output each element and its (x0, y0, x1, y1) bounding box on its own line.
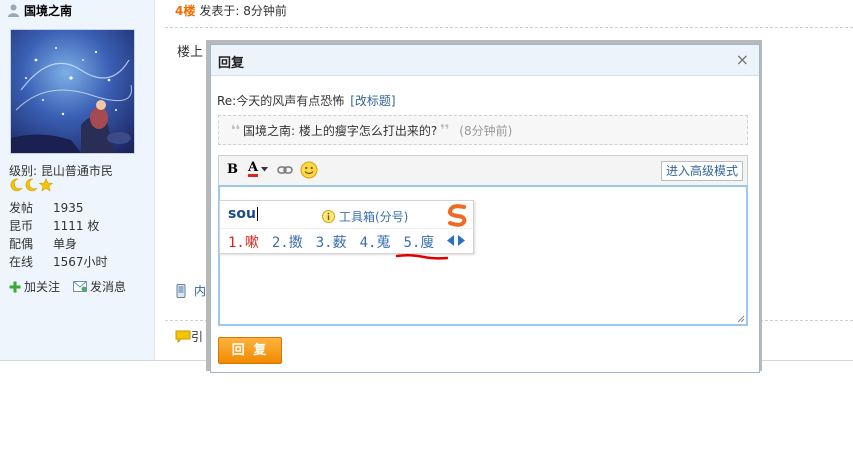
quote-button[interactable]: 引 (175, 328, 203, 345)
dialog-title: 回复 (218, 56, 245, 71)
quote-open-icon: ❛❛ (231, 122, 241, 138)
chevron-down-icon (261, 166, 269, 171)
arrow-left-icon[interactable] (447, 235, 455, 246)
advanced-mode-button[interactable]: 进入高级模式 (660, 161, 743, 181)
moon-icon (25, 178, 38, 192)
editor-toolbar: B A 进入高级模式 (218, 155, 748, 186)
post-source[interactable]: 内 (176, 282, 206, 299)
stat-row: 配偶 单身 (9, 237, 78, 251)
floor-number[interactable]: 4楼 (175, 4, 195, 18)
user-stats: 发帖 1935 昆币 1111 枚 配偶 单身 在线 1567小时 (9, 199, 108, 271)
avatar[interactable] (10, 29, 135, 154)
user-level: 级别: 昆山普通市民 (9, 164, 113, 178)
star-icon (39, 178, 53, 192)
send-message-label: 发消息 (90, 280, 127, 294)
submit-reply-button[interactable]: 回 复 (218, 337, 282, 364)
subject-text: Re:今天的风声有点恐怖 (217, 94, 345, 108)
ime-candidate-list: 1.嗽 2.擞 3.薮 4.蒐 5.廋 (228, 232, 447, 252)
ime-candidate-window: sou 工具箱(分号) 1.嗽 2.擞 3.薮 4.蒐 5.廋 (219, 200, 474, 254)
font-color-icon: A (248, 160, 259, 177)
post-source-label: 内 (194, 284, 207, 298)
bold-button[interactable]: B (227, 162, 238, 177)
quote-close-icon: ❜❜ (440, 122, 450, 138)
divider (165, 27, 853, 28)
username[interactable]: 国境之南 (24, 2, 72, 19)
user-icon (8, 4, 19, 17)
avatar-image (11, 30, 134, 153)
ime-page-arrows (447, 235, 465, 246)
quoted-time: (8分钟前) (459, 123, 513, 138)
dialog-titlebar[interactable]: 回复 × (211, 45, 759, 76)
follow-button[interactable]: 加关注 (9, 278, 60, 295)
stat-row: 发帖 1935 (9, 201, 84, 215)
stat-row: 在线 1567小时 (9, 255, 108, 269)
ime-toolbox-label: 工具箱(分号) (339, 210, 409, 224)
ime-candidate[interactable]: 5.廋 (403, 232, 434, 252)
stat-row: 昆币 1111 枚 (9, 219, 100, 233)
arrow-right-icon[interactable] (457, 235, 465, 246)
resize-grip-icon[interactable] (737, 315, 745, 323)
emoji-button[interactable] (300, 161, 318, 182)
ime-candidate[interactable]: 2.擞 (272, 232, 303, 252)
post-time: 发表于: 8分钟前 (199, 4, 287, 18)
username-row[interactable]: 国境之南 (8, 2, 72, 18)
quoted-message: ❛❛ 国境之南: 楼上的瘦字怎么打出来的? ❜❜ (8分钟前) (218, 115, 748, 145)
send-message-button[interactable]: 发消息 (73, 278, 126, 295)
ime-toolbox[interactable]: 工具箱(分号) (322, 208, 408, 225)
rank-icons (9, 178, 53, 192)
envelope-icon (73, 281, 88, 292)
ime-composition: sou (228, 206, 258, 222)
sogou-logo-icon (447, 204, 467, 227)
info-icon (322, 210, 335, 223)
font-color-button[interactable]: A (248, 160, 269, 177)
plus-icon (9, 281, 21, 292)
post-header: 4楼 发表于: 8分钟前 (175, 2, 287, 19)
quote-label: 引 (191, 330, 204, 344)
ime-candidate[interactable]: 3.薮 (316, 232, 347, 252)
follow-label: 加关注 (24, 280, 61, 294)
post-content: 楼上 (177, 45, 204, 60)
reply-subject: Re:今天的风声有点恐怖 [改标题] (217, 92, 396, 109)
moon-icon (10, 178, 23, 192)
edit-subject-link[interactable]: [改标题] (350, 94, 395, 108)
close-icon[interactable]: × (736, 50, 749, 69)
ime-candidate[interactable]: 4.蒐 (360, 232, 391, 252)
quote-bubble-icon (175, 330, 191, 343)
quoted-text: 国境之南: 楼上的瘦字怎么打出来的? (243, 123, 438, 138)
user-actions: 加关注 发消息 (9, 278, 126, 295)
ime-candidate[interactable]: 1.嗽 (228, 232, 259, 252)
user-profile-panel: 国境之南 级别: 昆山普通市民 发帖 1935 昆币 1111 枚 配偶 单身 … (0, 0, 155, 360)
mobile-phone-icon (176, 283, 186, 298)
link-button[interactable] (277, 164, 293, 178)
red-underline-annotation (396, 253, 448, 260)
link-icon (277, 166, 293, 174)
smiley-icon (300, 161, 318, 179)
